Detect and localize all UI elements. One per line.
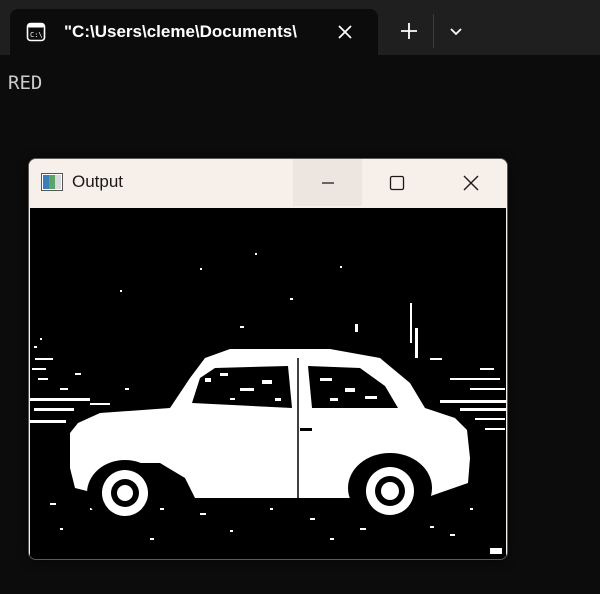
window-titlebar[interactable]: Output [29,159,507,206]
close-icon[interactable] [335,22,355,42]
output-window: Output [28,158,508,560]
maximize-button[interactable] [362,159,431,206]
tab-divider [433,14,434,48]
tab-title: "C:\Users\cleme\Documents\ [64,22,297,41]
plus-icon[interactable] [398,20,420,42]
terminal-tab[interactable]: C:\ "C:\Users\cleme\Documents\ [10,9,378,55]
maximize-icon [389,175,404,190]
close-icon [463,175,478,190]
app-icon [41,173,63,191]
close-button[interactable] [436,159,505,206]
chevron-down-icon[interactable] [446,22,466,42]
terminal-output-line: RED [8,72,43,94]
svg-text:C:\: C:\ [30,31,43,39]
terminal-tab-strip: C:\ "C:\Users\cleme\Documents\ [0,0,600,55]
window-title: Output [72,172,124,191]
minimize-icon [321,181,334,184]
cmd-icon: C:\ [26,22,46,42]
minimize-button[interactable] [293,159,362,206]
image-canvas [30,208,506,559]
binary-car-image [30,208,506,559]
